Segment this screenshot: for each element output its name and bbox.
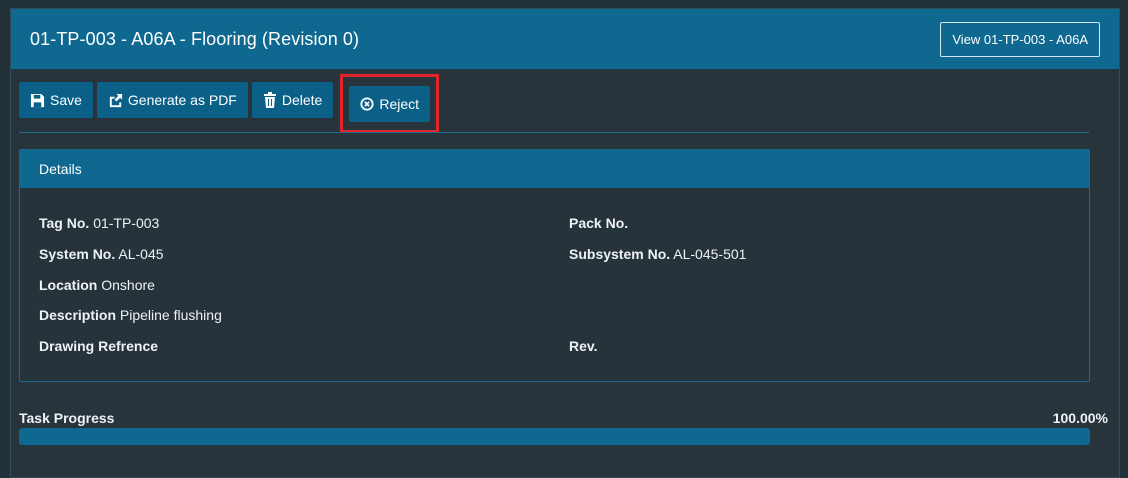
rev-field: Rev. (569, 338, 598, 354)
trash-icon (263, 92, 276, 108)
reject-button[interactable]: Reject (349, 85, 431, 122)
system-no-field: System No. AL-045 (39, 246, 164, 262)
floppy-disk-icon (30, 93, 45, 107)
delete-label: Delete (281, 92, 323, 108)
pack-no-field: Pack No. (569, 215, 628, 231)
task-progress-value: 100.00% (1052, 410, 1108, 426)
drawing-reference-field: Drawing Refrence (39, 338, 158, 354)
view-tag-button[interactable]: View 01-TP-003 - A06A (940, 21, 1100, 57)
description-label: Description (39, 307, 117, 323)
subsystem-no-value: AL-045-501 (673, 246, 747, 262)
delete-button[interactable]: Delete (251, 82, 334, 118)
task-progress-label: Task Progress (19, 410, 115, 426)
generate-pdf-button[interactable]: Generate as PDF (96, 82, 248, 118)
generate-pdf-label: Generate as PDF (127, 92, 237, 108)
toolbar-divider (19, 132, 1089, 133)
subsystem-no-label: Subsystem No. (569, 246, 671, 262)
system-no-value: AL-045 (118, 246, 164, 262)
reject-highlight-box: Reject (340, 74, 440, 133)
share-export-icon (109, 93, 122, 107)
details-card: Details Tag No. 01-TP-003 Pack No. Syste… (19, 149, 1090, 382)
action-toolbar: Save Generate as PDF Delete Reject (19, 74, 440, 133)
subsystem-no-field: Subsystem No. AL-045-501 (569, 246, 746, 262)
location-label: Location (39, 277, 98, 293)
description-field: Description Pipeline flushing (39, 307, 222, 323)
task-progress-fill (19, 428, 1090, 445)
location-value: Onshore (101, 277, 155, 293)
save-button[interactable]: Save (19, 82, 93, 118)
location-field: Location Onshore (39, 277, 155, 293)
tag-no-value: 01-TP-003 (93, 215, 160, 231)
rev-label: Rev. (569, 338, 598, 354)
tag-no-field: Tag No. 01-TP-003 (39, 215, 159, 231)
reject-label: Reject (379, 95, 420, 112)
panel-header: 01-TP-003 - A06A - Flooring (Revision 0)… (11, 9, 1119, 69)
cancel-circle-icon (360, 96, 374, 111)
page-title: 01-TP-003 - A06A - Flooring (Revision 0) (30, 28, 360, 49)
details-heading: Details (20, 150, 1089, 188)
drawing-reference-label: Drawing Refrence (39, 338, 159, 354)
description-value: Pipeline flushing (119, 307, 222, 323)
task-progress-bar (19, 428, 1090, 445)
pack-no-label: Pack No. (569, 215, 629, 231)
tag-no-label: Tag No. (39, 215, 90, 231)
system-no-label: System No. (39, 246, 116, 262)
save-label: Save (50, 92, 82, 108)
